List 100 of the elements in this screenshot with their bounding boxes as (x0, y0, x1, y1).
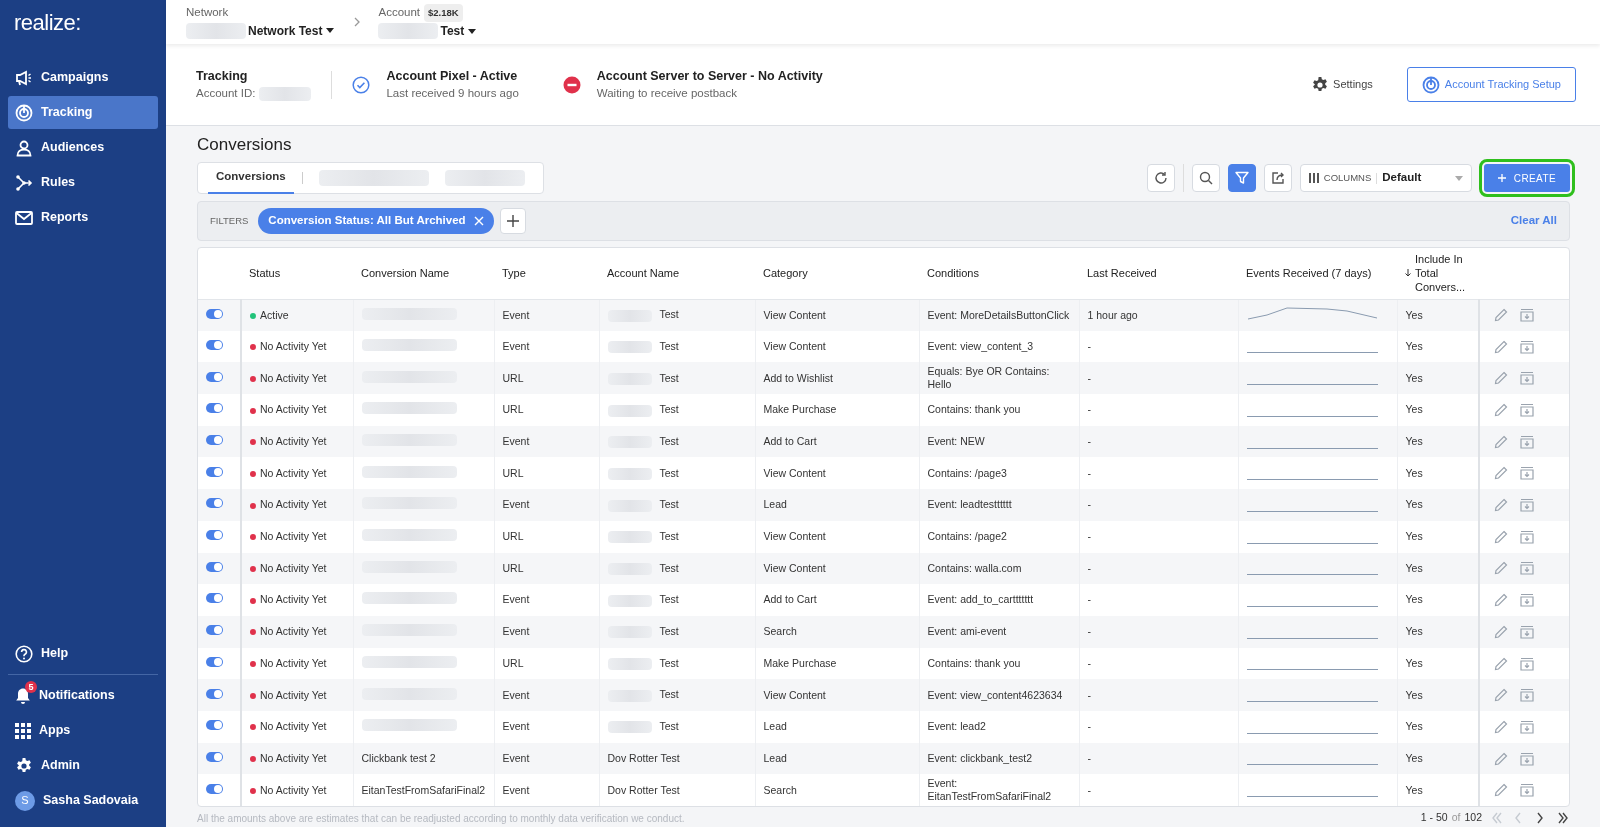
toggle-switch[interactable] (206, 656, 223, 667)
table-cell: - (1087, 466, 1091, 479)
search-button[interactable] (1191, 164, 1220, 192)
toggle-switch[interactable] (206, 403, 223, 414)
toggle-switch[interactable] (206, 783, 223, 794)
toggle-switch[interactable] (206, 720, 223, 731)
help-icon (15, 644, 33, 663)
table-cell: Yes (1405, 466, 1423, 479)
breadcrumb-dropdown[interactable]: Test (438, 22, 479, 41)
table-cell: Yes (1405, 371, 1423, 384)
breadcrumb-dropdown[interactable]: Network Test (246, 21, 337, 40)
table-cell: Test (659, 625, 679, 638)
table-cell: URL (502, 530, 524, 543)
table-cell: - (1087, 688, 1091, 701)
table-cell: Yes (1405, 593, 1423, 606)
refresh-icon (1153, 171, 1168, 185)
toggle-switch[interactable] (206, 530, 223, 541)
settings-button[interactable]: Settings (1305, 74, 1379, 95)
page-title: Conversions (197, 134, 293, 156)
user-menu[interactable]: S Sasha Sadovaia (8, 784, 158, 817)
table-cell: Test (659, 466, 679, 479)
table-cell: Event: add_to_carttttttt (927, 593, 1034, 606)
table-cell: Test (659, 561, 679, 574)
filter-icon (1234, 171, 1249, 185)
sidebar-item[interactable]: 5 Notifications (8, 679, 158, 712)
toggle-switch[interactable] (206, 435, 223, 446)
add-filter-button[interactable] (499, 208, 526, 234)
share-button[interactable] (1263, 164, 1292, 192)
column-header: Account Name (607, 267, 680, 280)
table-cell: Contains: thank you (927, 403, 1021, 416)
table-cell: URL (502, 656, 524, 669)
toggle-switch[interactable] (206, 339, 223, 350)
table-cell: - (1087, 530, 1091, 543)
table-cell: Test (659, 371, 679, 384)
mail-icon (15, 209, 33, 226)
section-title: Tracking (196, 67, 249, 85)
chevron-icon (354, 17, 361, 28)
table-cell: - (1087, 561, 1091, 574)
table-cell: - (1087, 783, 1091, 796)
table-cell: Event (502, 688, 530, 701)
filter-button[interactable] (1227, 164, 1256, 192)
table-cell: Test (659, 688, 679, 701)
close-button[interactable] (473, 216, 484, 226)
toggle-switch[interactable] (206, 308, 223, 319)
toggle-switch[interactable] (206, 498, 223, 509)
tracking-setup-button[interactable]: Account Tracking Setup (1406, 67, 1576, 103)
sidebar-item[interactable]: Reports (8, 201, 158, 234)
table-cell: 1 hour ago (1087, 308, 1138, 321)
toggle-switch[interactable] (206, 466, 223, 477)
table-cell: Test (659, 656, 679, 669)
avatar: S (15, 790, 35, 811)
table-cell: Dov Rotter Test (607, 751, 680, 764)
minus-circle-icon (562, 75, 581, 94)
table-cell: Contains: /page3 (927, 466, 1007, 479)
toggle-switch[interactable] (206, 561, 223, 572)
table-cell: Yes (1405, 339, 1423, 352)
status-text: Active (260, 308, 289, 321)
refresh-button[interactable] (1146, 164, 1175, 192)
sidebar-item[interactable]: Campaigns (8, 61, 158, 94)
sidebar-item[interactable]: Tracking (8, 96, 158, 129)
branch-icon (15, 173, 33, 192)
sidebar-item[interactable]: Help (8, 637, 158, 670)
table-cell: Event: EitanTestFromSafariFinal2 (927, 777, 1052, 803)
status-text: No Activity Yet (260, 656, 327, 669)
column-header: Type (502, 267, 526, 280)
table-cell: Yes (1405, 625, 1423, 638)
table-cell: URL (502, 466, 524, 479)
plus-icon (506, 215, 519, 227)
account-id-label: Account ID: (196, 86, 256, 102)
balance-badge: $2.18K (424, 4, 463, 23)
table-cell: Yes (1405, 308, 1423, 321)
toggle-switch[interactable] (206, 688, 223, 699)
sidebar-item[interactable]: Admin (8, 749, 158, 782)
toggle-switch[interactable] (206, 593, 223, 604)
table-cell: Contains: walla.com (927, 561, 1022, 574)
table-cell: Yes (1405, 498, 1423, 511)
status-text: No Activity Yet (260, 498, 327, 511)
table-cell: - (1087, 371, 1091, 384)
table-cell: Yes (1405, 561, 1423, 574)
table-cell: View Content (763, 308, 826, 321)
table-cell: View Content (763, 530, 826, 543)
last-page-button[interactable] (1556, 812, 1570, 824)
sidebar-item[interactable]: Audiences (8, 131, 158, 164)
table-cell: URL (502, 371, 524, 384)
table-cell: - (1087, 403, 1091, 416)
toggle-switch[interactable] (206, 371, 223, 382)
table-cell: URL (502, 403, 524, 416)
table-cell: Yes (1405, 403, 1423, 416)
table-cell: View Content (763, 561, 826, 574)
table-cell: Test (659, 593, 679, 606)
tab[interactable]: Conversions (208, 162, 294, 194)
table-cell: Yes (1405, 751, 1423, 764)
table-cell: Yes (1405, 688, 1423, 701)
columns-dropdown[interactable]: COLUMNS Default (1299, 164, 1472, 192)
toggle-switch[interactable] (206, 751, 223, 762)
toggle-switch[interactable] (206, 625, 223, 636)
table-cell: Lead (763, 751, 787, 764)
table-cell: Search (763, 625, 797, 638)
sidebar-item[interactable]: Rules (8, 166, 158, 199)
sidebar-item[interactable]: Apps (8, 714, 158, 747)
